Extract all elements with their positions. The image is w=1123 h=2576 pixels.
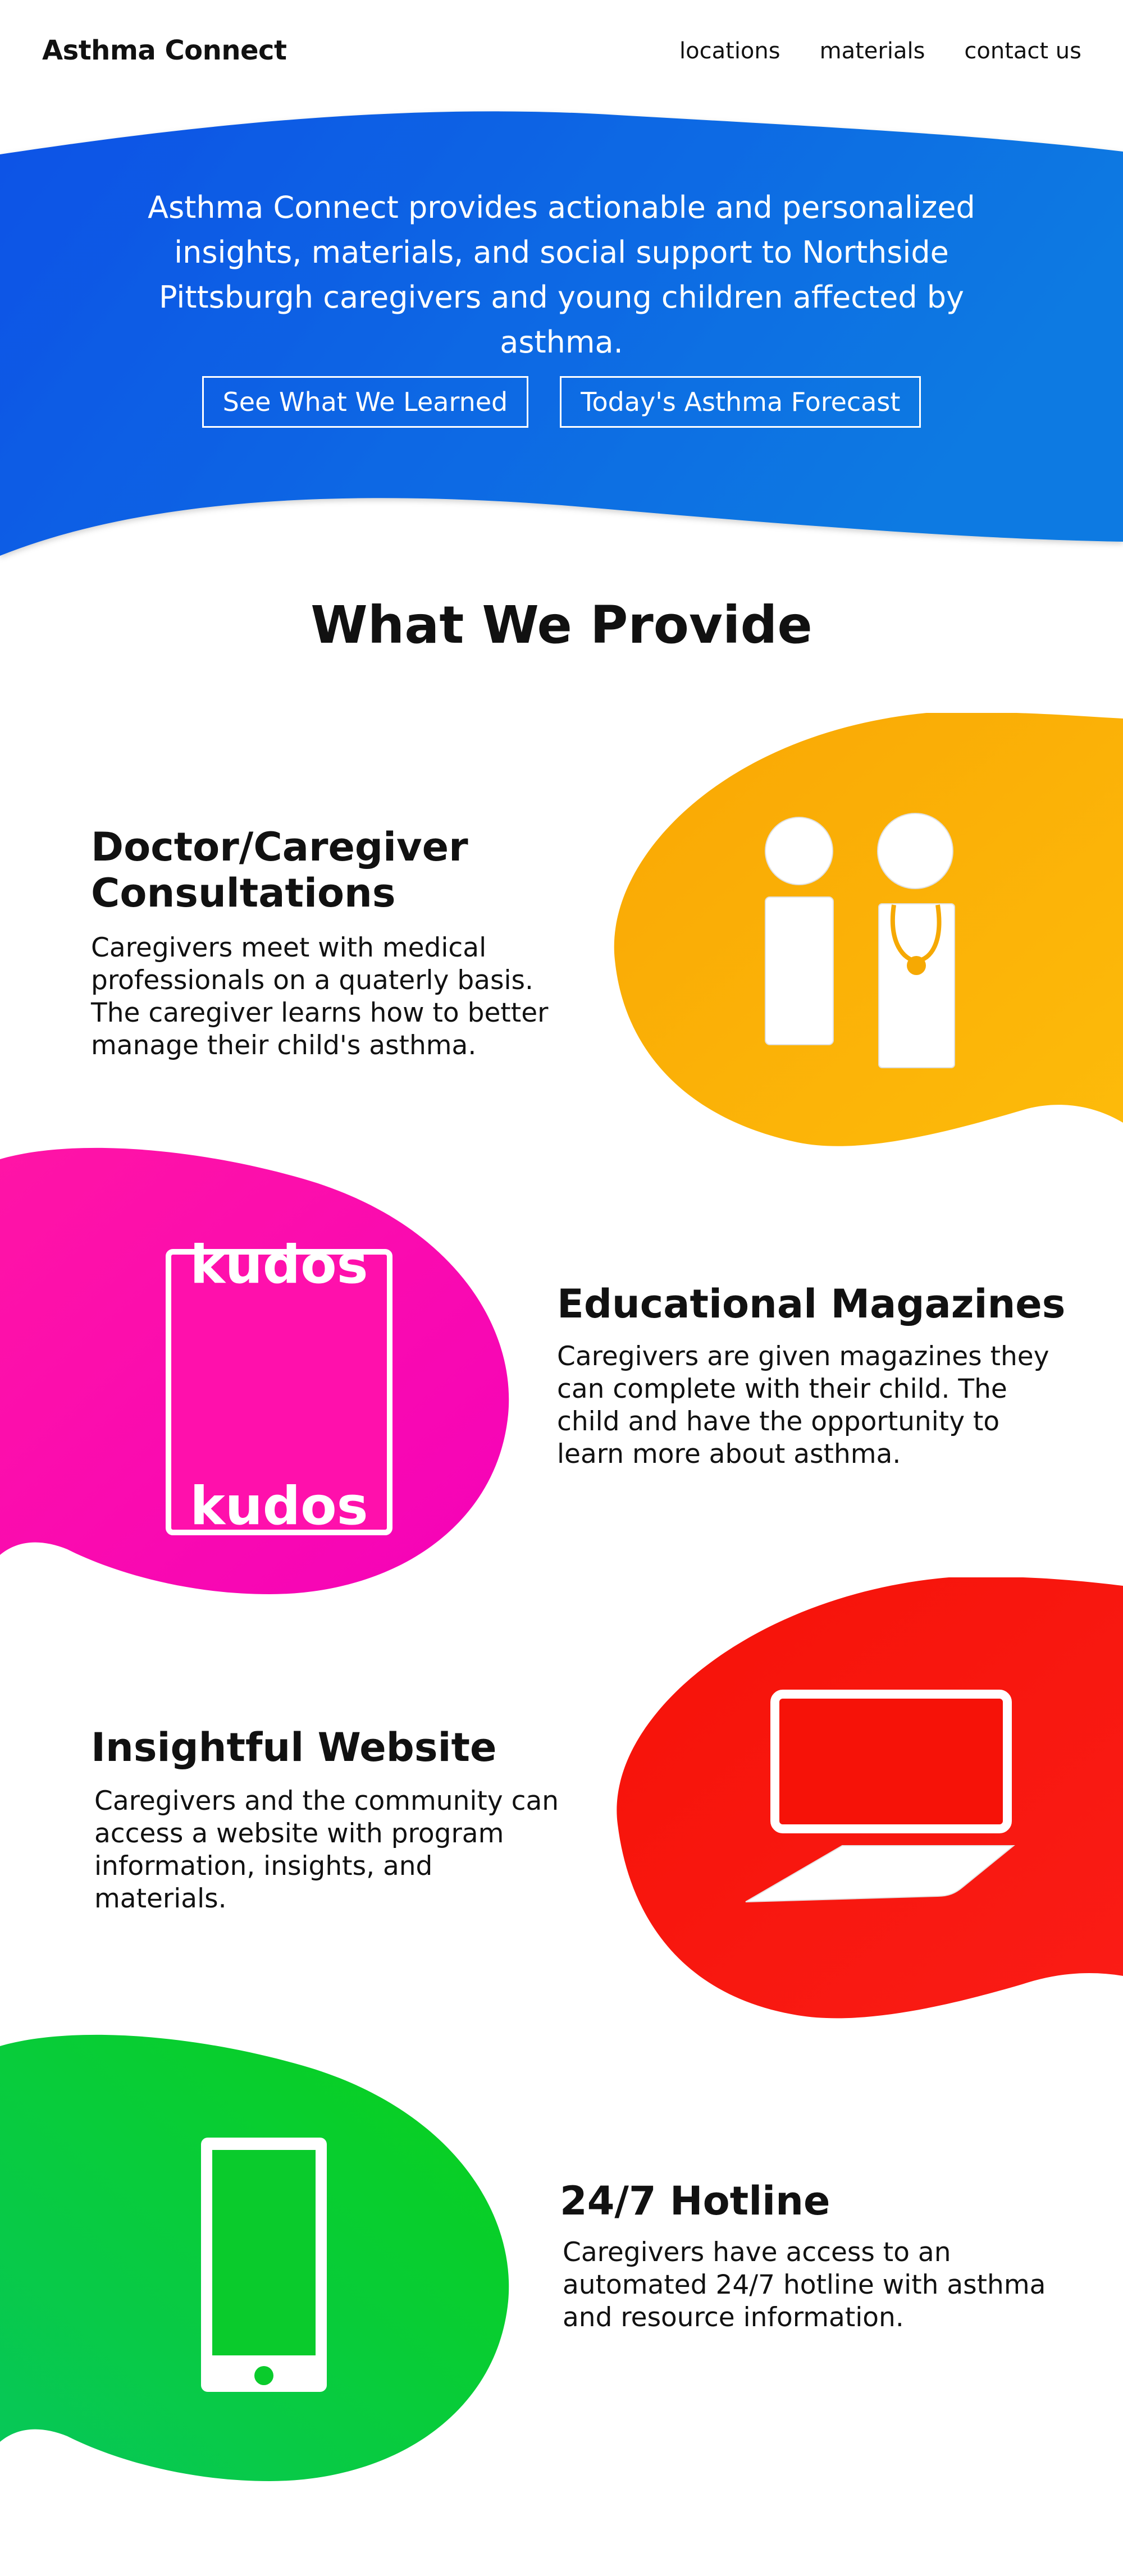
hero-button-group: See What We Learned Today's Asthma Forec… [0,376,1123,428]
feature-website-heading: Insightful Website [91,1724,497,1770]
magazine-cover-bottom-text: kudos [190,1476,368,1537]
website-blob [617,1577,1123,2019]
nav-locations-link[interactable]: locations [679,38,780,64]
magazine-cover-top-text: kudos [190,1234,368,1296]
hero-tagline: Asthma Connect provides actionable and p… [148,190,975,360]
see-what-we-learned-button[interactable]: See What We Learned [202,376,529,428]
phone-icon [201,2138,327,2392]
feature-consultations-body: Caregivers meet with medical professiona… [91,932,549,1061]
magazine-icon: kudos kudos [166,1234,392,1537]
feature-consultations-heading: Doctor/Caregiver Consultations [91,824,468,916]
hotline-blob [0,2034,509,2481]
nav-contact-link[interactable]: contact us [964,38,1081,64]
consultations-blob [614,713,1123,1146]
feature-hotline-body: Caregivers have access to an automated 2… [563,2237,1046,2333]
what-we-provide-heading: What We Provide [311,595,812,655]
site-header: Asthma Connect locations materials conta… [0,0,1123,107]
nav-materials-link[interactable]: materials [820,38,925,64]
feature-hotline-heading: 24/7 Hotline [560,2178,830,2224]
feature-magazines-body: Caregivers are given magazines they can … [557,1341,1049,1470]
feature-website-body: Caregivers and the community can access … [94,1786,559,1914]
main-nav: locations materials contact us [679,38,1081,64]
feature-magazines-heading: Educational Magazines [557,1281,1066,1327]
asthma-forecast-button[interactable]: Today's Asthma Forecast [560,376,921,428]
brand-logo[interactable]: Asthma Connect [42,35,287,66]
hero-banner: Asthma Connect provides actionable and p… [0,107,1123,573]
magazines-blob: kudos kudos [0,1147,509,1594]
